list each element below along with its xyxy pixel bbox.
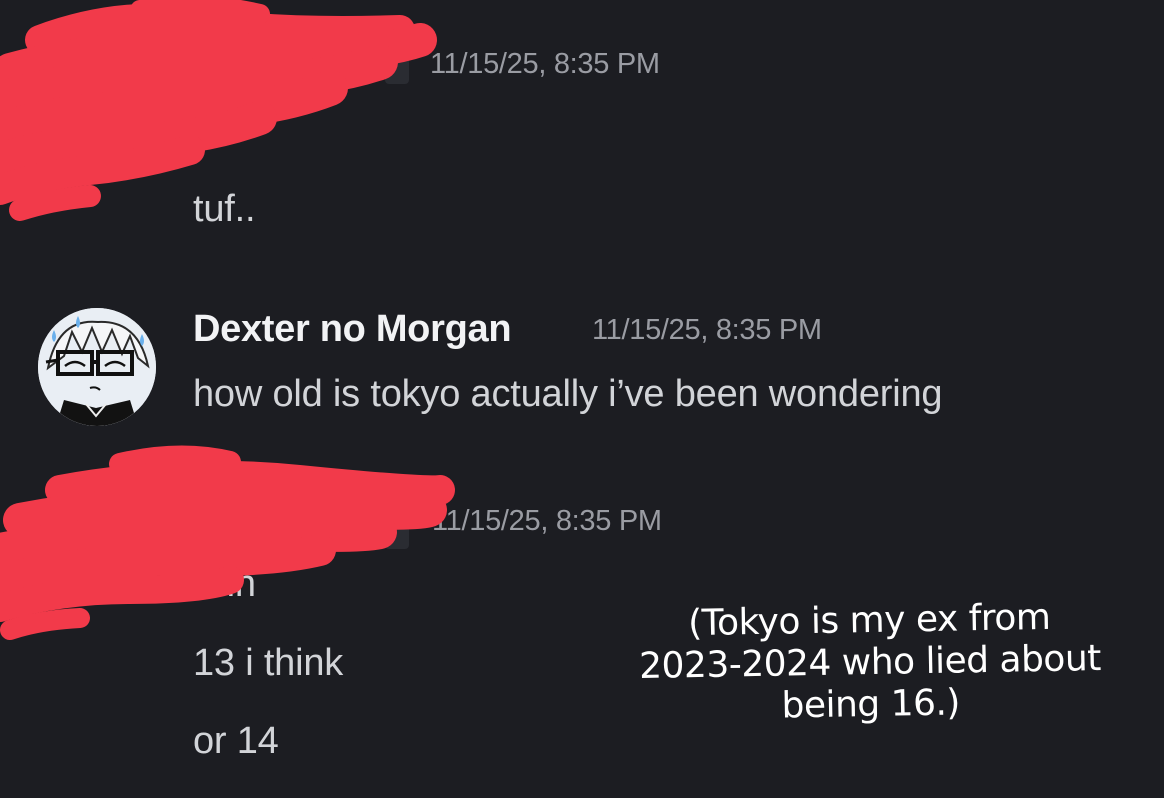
message-text[interactable]: how old is tokyo actually i’ve been wond… bbox=[193, 373, 943, 416]
avatar-image bbox=[38, 308, 156, 426]
message-text[interactable]: or 14 bbox=[193, 720, 279, 763]
redacted-role-icon bbox=[385, 513, 409, 549]
message-text[interactable]: 13 i think bbox=[193, 642, 343, 685]
username[interactable]: Dexter no Morgan bbox=[193, 308, 512, 351]
annotation-note: (Tokyo is my ex from 2023-2024 who lied … bbox=[599, 595, 1141, 730]
avatar[interactable] bbox=[38, 308, 156, 426]
message-text[interactable]: tuf.. bbox=[193, 188, 256, 231]
redacted-role-icon bbox=[385, 48, 409, 84]
message-timestamp: 11/15/25, 8:35 PM bbox=[432, 505, 662, 537]
chat-view[interactable]: 11/15/25, 8:35 PM tuf.. Dexter no Morgan… bbox=[0, 0, 1164, 798]
message-text[interactable]: uhh bbox=[193, 563, 256, 606]
message-timestamp: 11/15/25, 8:35 PM bbox=[592, 314, 822, 346]
message-timestamp: 11/15/25, 8:35 PM bbox=[430, 48, 660, 80]
